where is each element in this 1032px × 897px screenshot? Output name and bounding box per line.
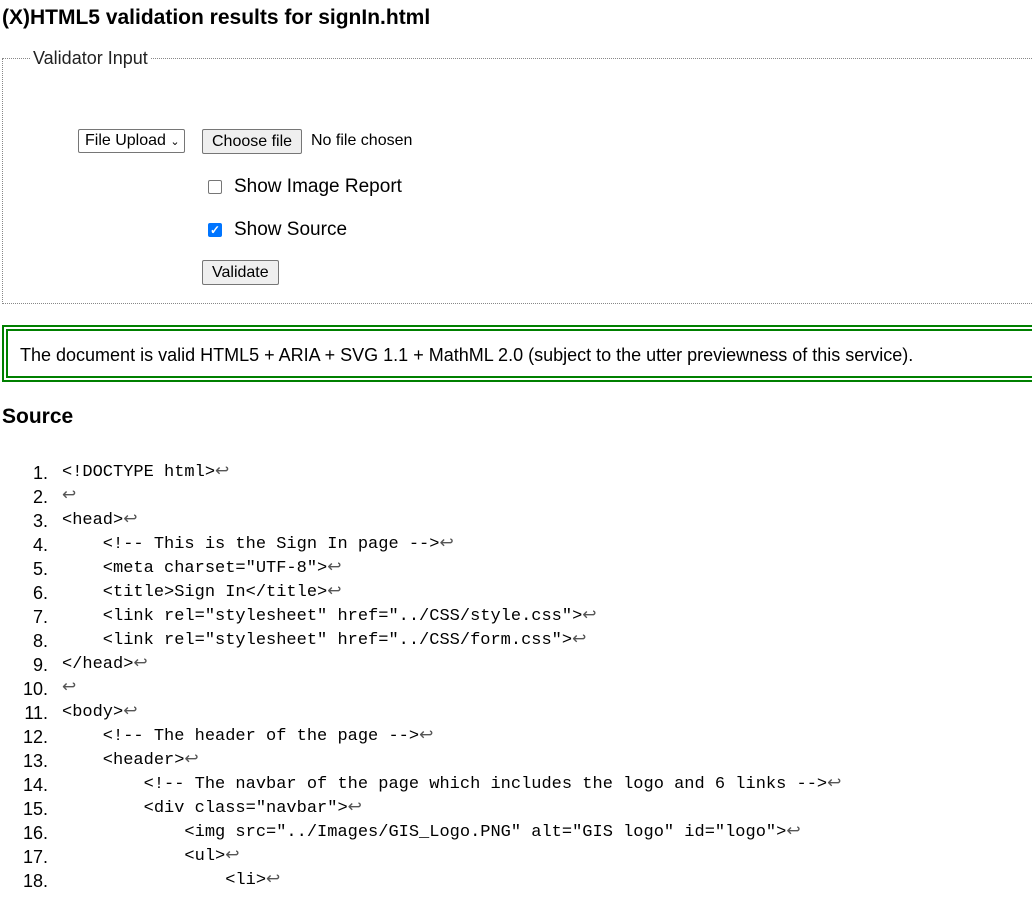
result-text: The document is valid HTML5 + ARIA + SVG…: [20, 345, 914, 365]
line-number: 8.: [32, 631, 48, 651]
source-line: 9. </head> ↩: [0, 653, 841, 677]
source-line: 15. <div class="navbar"> ↩: [0, 797, 841, 821]
source-line: 1. <!DOCTYPE html> ↩: [0, 461, 841, 485]
show-source-checkbox[interactable]: ✓: [208, 223, 222, 237]
line-number: 3.: [32, 511, 48, 531]
line-code: <meta charset="UTF-8">: [62, 559, 328, 578]
line-end-icon: ↩: [62, 679, 77, 698]
line-code: <!-- This is the Sign In page -->: [62, 535, 440, 554]
line-end-icon: ↩: [133, 655, 148, 674]
line-code: <header>: [62, 751, 185, 770]
line-number: 4.: [32, 535, 48, 555]
line-end-icon: ↩: [184, 751, 199, 770]
line-end-icon: ↩: [827, 775, 842, 794]
line-number: 16.: [22, 823, 48, 843]
source-line: 13. <header> ↩: [0, 749, 841, 773]
line-end-icon: ↩: [327, 583, 342, 602]
page-title: (X)HTML5 validation results for signIn.h…: [2, 6, 431, 29]
line-number: 5.: [32, 559, 48, 579]
line-end-icon: ↩: [572, 631, 587, 650]
line-number: 17.: [22, 847, 48, 867]
line-number: 6.: [32, 583, 48, 603]
validation-success-message: The document is valid HTML5 + ARIA + SVG…: [2, 325, 1032, 382]
line-number: 15.: [22, 799, 48, 819]
line-code: <link rel="stylesheet" href="../CSS/form…: [62, 631, 573, 650]
source-line: 2. ↩: [0, 485, 841, 509]
validate-button[interactable]: Validate: [202, 260, 279, 285]
line-end-icon: ↩: [123, 703, 138, 722]
line-code: <img src="../Images/GIS_Logo.PNG" alt="G…: [62, 823, 787, 842]
source-line: 6. <title>Sign In</title> ↩: [0, 581, 841, 605]
line-number: 12.: [22, 727, 48, 747]
fieldset-legend: Validator Input: [33, 48, 148, 68]
line-code: <!-- The navbar of the page which includ…: [62, 775, 828, 794]
line-number: 11.: [24, 703, 48, 723]
line-code: </head>: [62, 655, 134, 674]
line-number: 2.: [32, 487, 48, 507]
source-line: 7. <link rel="stylesheet" href="../CSS/s…: [0, 605, 841, 629]
source-line: 4. <!-- This is the Sign In page --> ↩: [0, 533, 841, 557]
source-line: 14. <!-- The navbar of the page which in…: [0, 773, 841, 797]
line-code: <body>: [62, 703, 124, 722]
line-code: <link rel="stylesheet" href="../CSS/styl…: [62, 607, 583, 626]
line-number: 13.: [22, 751, 48, 771]
show-image-report-checkbox[interactable]: [208, 180, 222, 194]
input-mode-select[interactable]: File Upload ⌄: [78, 129, 185, 153]
source-line: 16. <img src="../Images/GIS_Logo.PNG" al…: [0, 821, 841, 845]
checkmark-icon: ✓: [209, 223, 221, 237]
file-status: No file chosen: [311, 132, 413, 149]
line-end-icon: ↩: [266, 871, 281, 890]
line-code: <!DOCTYPE html>: [62, 463, 216, 482]
line-number: 10.: [22, 679, 48, 699]
line-end-icon: ↩: [215, 463, 230, 482]
choose-file-button[interactable]: Choose file: [202, 129, 303, 154]
line-number: 14.: [22, 775, 48, 795]
line-end-icon: ↩: [347, 799, 362, 818]
source-line: 12. <!-- The header of the page --> ↩: [0, 725, 841, 749]
line-end-icon: ↩: [327, 559, 342, 578]
line-end-icon: ↩: [62, 487, 77, 506]
line-code: <div class="navbar">: [62, 799, 348, 818]
line-end-icon: ↩: [123, 511, 138, 530]
source-line: 8. <link rel="stylesheet" href="../CSS/f…: [0, 629, 841, 653]
source-listing: 1. <!DOCTYPE html> ↩ 2. ↩ 3. <head> ↩ 4. <!-- Th…: [0, 461, 841, 893]
line-end-icon: ↩: [582, 607, 597, 626]
validator-input-fieldset: Validator Input File Upload ⌄ Choose fil…: [2, 48, 1032, 304]
select-value: File Upload: [85, 132, 166, 149]
line-code: <!-- The header of the page -->: [62, 727, 420, 746]
line-code: <head>: [62, 511, 124, 530]
line-end-icon: ↩: [439, 535, 454, 554]
show-image-report-label[interactable]: Show Image Report: [234, 176, 402, 198]
show-source-label[interactable]: Show Source: [234, 219, 347, 241]
line-code: <title>Sign In</title>: [62, 583, 328, 602]
source-line: 3. <head> ↩: [0, 509, 841, 533]
line-code: <li>: [62, 871, 267, 890]
chevron-down-icon: ⌄: [170, 136, 180, 148]
source-line: 10. ↩: [0, 677, 841, 701]
line-end-icon: ↩: [419, 727, 434, 746]
source-heading: Source: [2, 405, 74, 428]
source-line: 18. <li> ↩: [0, 869, 841, 893]
line-number: 18.: [22, 871, 48, 891]
source-line: 17. <ul> ↩: [0, 845, 841, 869]
line-number: 7.: [32, 607, 48, 627]
line-code: <ul>: [62, 847, 226, 866]
line-number: 9.: [32, 655, 48, 675]
line-end-icon: ↩: [786, 823, 801, 842]
line-end-icon: ↩: [225, 847, 240, 866]
line-number: 1.: [32, 463, 48, 483]
source-line: 11. <body> ↩: [0, 701, 841, 725]
source-line: 5. <meta charset="UTF-8"> ↩: [0, 557, 841, 581]
